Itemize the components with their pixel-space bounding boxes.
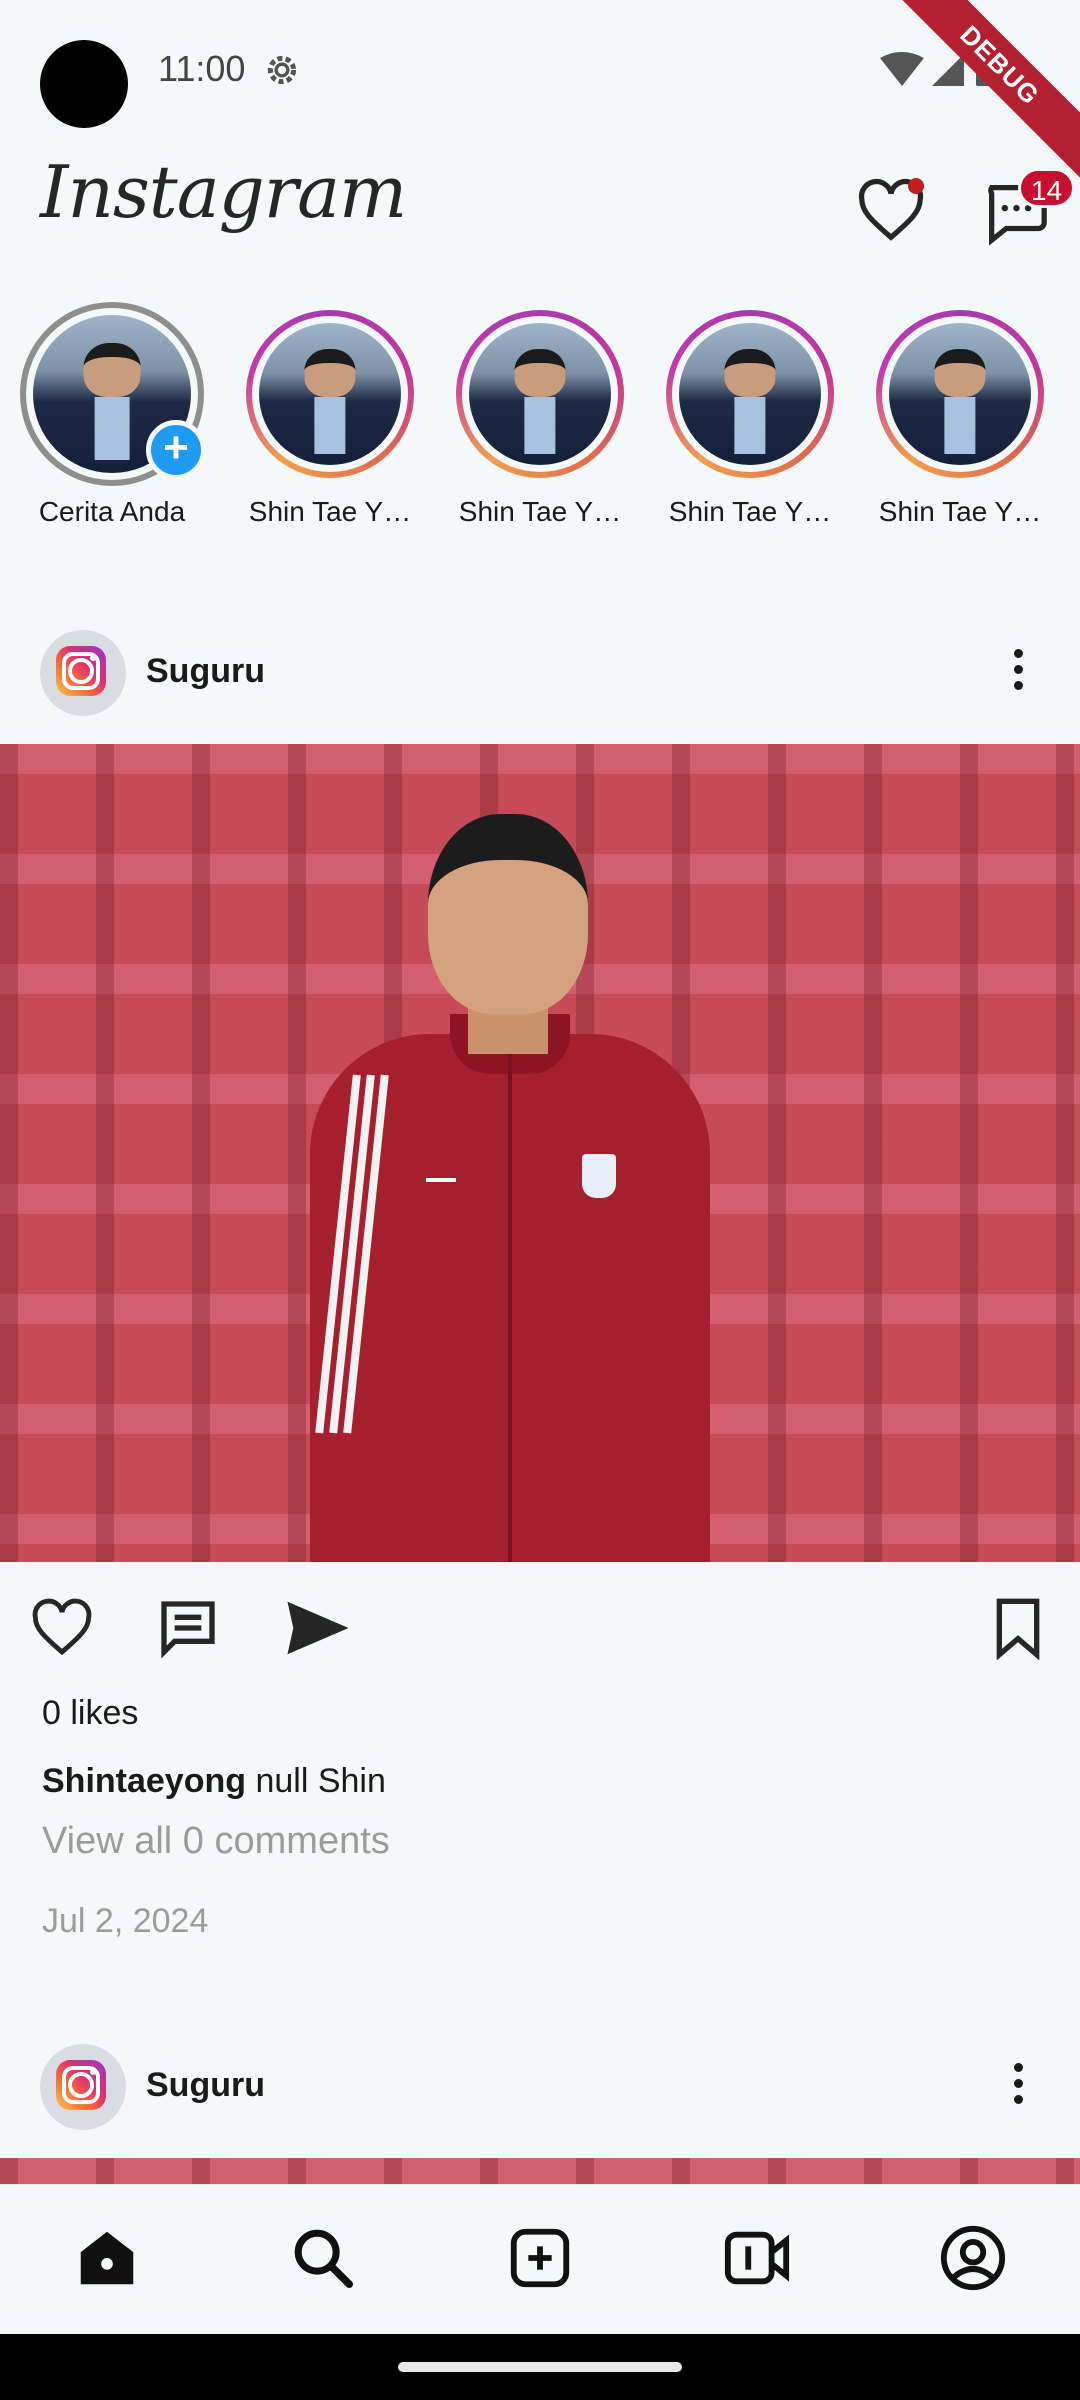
post-avatar[interactable] xyxy=(40,630,126,716)
post-avatar[interactable] xyxy=(40,2044,126,2130)
instagram-logo-icon xyxy=(56,646,106,696)
story-label: Shin Tae Y… xyxy=(458,496,622,527)
post-username[interactable]: Suguru xyxy=(146,2066,265,2105)
like-heart-icon[interactable] xyxy=(30,1596,94,1660)
home-gesture-handle[interactable] xyxy=(398,2362,682,2372)
story-ring xyxy=(246,310,414,478)
likes-count: 0 likes xyxy=(42,1694,139,1732)
status-bar: 11:00 DEBUG xyxy=(0,0,1080,188)
post-actions xyxy=(0,1590,1080,1670)
story-label: Cerita Anda xyxy=(38,496,186,527)
post-header: Suguru xyxy=(0,2034,1080,2134)
post-image[interactable] xyxy=(0,744,1080,1562)
caption-username[interactable]: Shintaeyong xyxy=(42,1762,246,1800)
post-username[interactable]: Suguru xyxy=(146,652,265,691)
signal-icon xyxy=(932,54,964,86)
share-send-icon[interactable] xyxy=(284,1596,348,1660)
story-ring xyxy=(456,310,624,478)
status-time: 11:00 xyxy=(158,48,246,89)
caption-text: null Shin xyxy=(246,1762,386,1800)
story-label: Shin Tae Y… xyxy=(878,496,1042,527)
add-story-icon[interactable]: + xyxy=(146,420,206,480)
story-label: Shin Tae Y… xyxy=(668,496,832,527)
wifi-icon xyxy=(880,52,924,86)
story-avatar xyxy=(469,323,611,465)
stories-row: + Cerita Anda Shin Tae Y… Shin Tae Y… Sh… xyxy=(0,300,1080,540)
message-count-badge: 14 xyxy=(1018,168,1076,208)
notification-dot xyxy=(908,178,924,194)
search-icon[interactable] xyxy=(288,2223,358,2293)
add-post-icon[interactable] xyxy=(505,2223,575,2293)
story-ring xyxy=(876,310,1044,478)
story-avatar xyxy=(889,323,1031,465)
system-gesture-bar xyxy=(0,2334,1080,2400)
more-options-icon[interactable] xyxy=(1000,2056,1036,2116)
story-label: Shin Tae Y… xyxy=(248,496,412,527)
bookmark-icon[interactable] xyxy=(986,1596,1050,1660)
bottom-navigation xyxy=(0,2184,1080,2334)
settings-gear-icon xyxy=(267,55,297,85)
post-caption: Shintaeyong null Shin xyxy=(42,1762,386,1801)
view-comments-link[interactable]: View all 0 comments xyxy=(42,1820,390,1863)
reels-icon[interactable] xyxy=(722,2223,792,2293)
camera-cutout xyxy=(40,40,128,128)
story-avatar xyxy=(259,323,401,465)
home-icon[interactable] xyxy=(72,2223,142,2293)
player-photo xyxy=(290,814,730,1562)
instagram-logo: Instagram xyxy=(40,150,407,234)
more-options-icon[interactable] xyxy=(1000,642,1036,702)
app-header: Instagram xyxy=(0,150,1080,270)
comment-icon[interactable] xyxy=(156,1596,220,1660)
post-header: Suguru xyxy=(0,620,1080,720)
post-date: Jul 2, 2024 xyxy=(42,1902,209,1940)
story-ring xyxy=(666,310,834,478)
story-avatar xyxy=(679,323,821,465)
instagram-logo-icon xyxy=(56,2060,106,2110)
profile-icon[interactable] xyxy=(938,2223,1008,2293)
